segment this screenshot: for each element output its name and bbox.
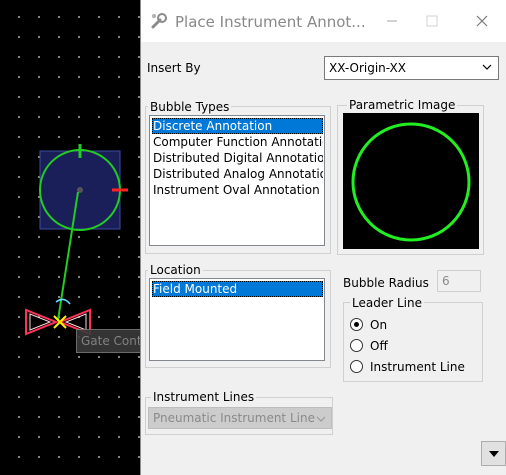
- location-label: Location: [148, 263, 203, 277]
- title-bar: Place Instrument Annot...: [141, 0, 506, 42]
- list-item[interactable]: Field Mounted: [152, 281, 323, 297]
- expand-button[interactable]: [481, 441, 506, 466]
- dialog-title: Place Instrument Annot...: [175, 13, 366, 31]
- wrench-icon: [151, 13, 167, 29]
- bubble-preview-circle: [351, 122, 471, 242]
- drawing-canvas[interactable]: Gate Contve - 50-CV-0001: [0, 0, 258, 475]
- chevron-down-icon: [316, 416, 326, 422]
- radio-leader-instrument-line-label: Instrument Line: [370, 360, 465, 374]
- insert-by-label: Insert By: [147, 61, 201, 75]
- close-button[interactable]: [459, 0, 505, 42]
- place-instrument-annotation-dialog: Place Instrument Annot... Insert By XX-O…: [140, 0, 506, 475]
- maximize-icon: [426, 15, 438, 27]
- chevron-down-icon: [482, 64, 492, 70]
- instrument-lines-label: Instrument Lines: [151, 390, 257, 404]
- insert-by-dropdown[interactable]: XX-Origin-XX: [324, 56, 499, 80]
- bubble-types-label: Bubble Types: [148, 100, 232, 114]
- bubble-radius-input: 6: [437, 270, 481, 292]
- maximize-button[interactable]: [409, 0, 455, 42]
- list-item[interactable]: Distributed Digital Annotation: [152, 150, 323, 166]
- insert-by-value: XX-Origin-XX: [329, 61, 406, 75]
- radio-leader-off[interactable]: [350, 339, 363, 352]
- leader-line-label: Leader Line: [350, 296, 424, 310]
- list-item[interactable]: Computer Function Annotatio: [152, 134, 323, 150]
- radio-leader-off-label: Off: [370, 339, 388, 353]
- parametric-image-preview: [343, 113, 479, 249]
- radio-leader-on[interactable]: [350, 318, 363, 331]
- instrument-lines-dropdown[interactable]: Pneumatic Instrument Line: [148, 407, 332, 429]
- instrument-lines-value: Pneumatic Instrument Line: [153, 411, 315, 425]
- bubble-radius-value: 6: [442, 274, 450, 288]
- location-listbox[interactable]: Field Mounted: [149, 278, 325, 361]
- bubble-radius-label: Bubble Radius: [343, 276, 429, 290]
- radio-leader-on-label: On: [370, 318, 388, 332]
- minimize-icon: [387, 20, 397, 22]
- list-item[interactable]: Distributed Analog Annotatio: [152, 166, 323, 182]
- bubble-types-listbox[interactable]: Discrete Annotation Computer Function An…: [149, 115, 325, 246]
- close-icon: [476, 15, 488, 27]
- radio-leader-instrument-line[interactable]: [350, 360, 363, 373]
- parametric-image-label: Parametric Image: [347, 98, 458, 112]
- caret-down-icon: [489, 451, 499, 457]
- list-item[interactable]: Instrument Oval Annotation: [152, 182, 323, 198]
- list-item[interactable]: Discrete Annotation: [152, 118, 323, 134]
